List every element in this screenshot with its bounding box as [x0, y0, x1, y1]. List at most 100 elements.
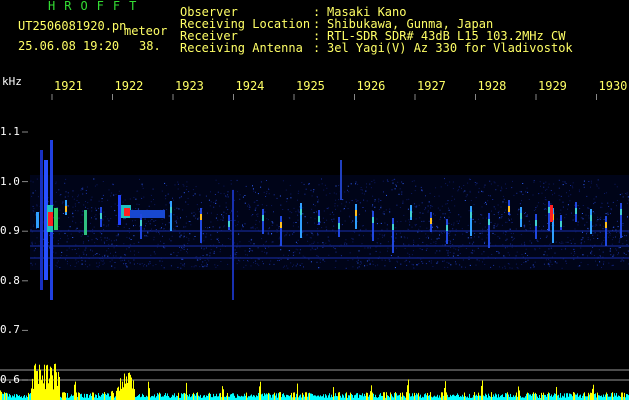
noise-pixel [485, 217, 487, 219]
noise-pixel [596, 220, 598, 222]
noise-pixel [178, 208, 180, 210]
level-bar [328, 395, 329, 400]
level-bar [272, 394, 273, 400]
noise-pixel [512, 222, 513, 223]
level-bar [248, 396, 249, 400]
noise-pixel [115, 235, 117, 237]
noise-pixel [527, 191, 529, 193]
noise-pixel [80, 235, 82, 237]
level-bar [548, 392, 549, 400]
level-bar [154, 394, 155, 400]
noise-pixel [184, 263, 185, 265]
noise-pixel [502, 201, 504, 203]
noise-pixel [296, 243, 298, 244]
noise-pixel [450, 264, 452, 266]
noise-pixel [363, 235, 364, 237]
noise-pixel [494, 208, 496, 210]
noise-pixel [465, 231, 467, 233]
noise-pixel [544, 251, 546, 253]
level-bar [515, 395, 516, 400]
noise-pixel [611, 243, 613, 245]
noise-pixel [92, 255, 94, 257]
noise-pixel [372, 260, 374, 262]
level-bar [591, 392, 592, 400]
noise-pixel [384, 265, 386, 267]
noise-pixel [334, 267, 336, 268]
noise-pixel [394, 188, 396, 190]
level-bar [367, 392, 368, 400]
level-bar [557, 395, 558, 400]
noise-pixel [57, 260, 59, 262]
noise-pixel [469, 178, 470, 180]
noise-pixel [355, 198, 357, 200]
noise-pixel [177, 266, 179, 268]
noise-pixel [420, 186, 422, 188]
noise-pixel [210, 212, 212, 214]
noise-pixel [316, 224, 318, 225]
meteor-echo [280, 216, 282, 246]
noise-pixel [56, 266, 58, 268]
noise-pixel [117, 235, 119, 237]
noise-pixel [494, 234, 496, 235]
noise-pixel [202, 266, 204, 268]
level-bar [51, 367, 52, 400]
level-bar [9, 393, 10, 400]
noise-pixel [616, 186, 618, 188]
noise-pixel [618, 247, 620, 249]
level-bar [493, 394, 494, 400]
noise-pixel [124, 199, 126, 201]
level-bar [103, 393, 104, 400]
noise-pixel [152, 265, 154, 267]
noise-pixel [374, 206, 376, 208]
noise-pixel [347, 259, 349, 261]
noise-pixel [448, 222, 450, 224]
level-bar [355, 394, 356, 400]
level-bar [261, 394, 262, 400]
noise-pixel [541, 192, 543, 194]
level-bar [498, 394, 499, 400]
level-bar [445, 381, 446, 400]
noise-pixel [539, 181, 541, 183]
noise-pixel [117, 233, 119, 235]
noise-pixel [484, 241, 486, 243]
noise-pixel [545, 214, 547, 216]
noise-pixel [570, 194, 572, 196]
noise-pixel [95, 209, 97, 211]
noise-pixel [371, 181, 373, 182]
noise-pixel [366, 200, 368, 202]
noise-pixel [91, 217, 92, 219]
noise-pixel [252, 227, 254, 229]
noise-pixel [623, 253, 625, 254]
noise-pixel [153, 199, 154, 200]
level-bar [105, 393, 106, 400]
noise-pixel [333, 247, 334, 249]
level-bar [549, 393, 550, 400]
noise-pixel [322, 247, 324, 248]
level-bar [541, 392, 542, 400]
noise-pixel [147, 232, 149, 234]
noise-pixel [467, 224, 469, 226]
noise-pixel [253, 201, 255, 203]
noise-pixel [222, 215, 224, 217]
level-bar [398, 395, 399, 400]
noise-pixel [153, 251, 155, 253]
level-bar [73, 395, 74, 400]
noise-pixel [297, 192, 299, 194]
level-bar [436, 396, 437, 400]
noise-pixel [550, 247, 552, 249]
noise-pixel [55, 201, 57, 203]
noise-pixel [425, 207, 427, 209]
level-bar [474, 392, 475, 400]
noise-pixel [279, 259, 280, 261]
level-bar [289, 396, 290, 400]
noise-pixel [521, 200, 522, 202]
noise-pixel [348, 215, 350, 217]
meteor-echo [548, 201, 550, 231]
noise-pixel [473, 204, 475, 206]
noise-pixel [361, 189, 363, 191]
noise-pixel [58, 189, 60, 191]
level-bar [31, 388, 32, 400]
noise-pixel [199, 258, 201, 260]
noise-pixel [272, 241, 274, 243]
noise-pixel [98, 200, 100, 202]
